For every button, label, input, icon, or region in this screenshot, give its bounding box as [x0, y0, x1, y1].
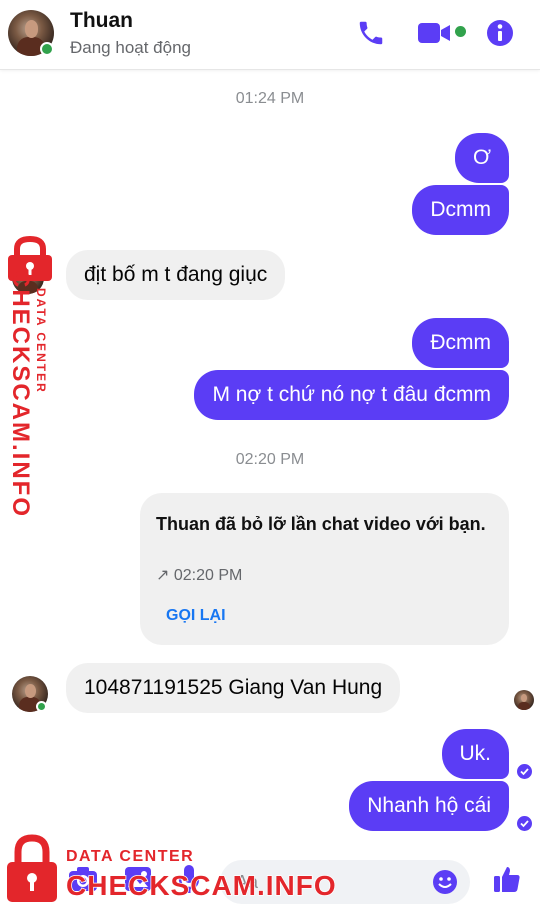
like-icon[interactable] — [492, 864, 522, 899]
missed-video-call-card: Thuan đã bỏ lỡ lần chat video với bạn. ↗… — [140, 493, 509, 645]
video-camera-icon[interactable] — [418, 22, 454, 49]
watermark-vertical: CHECKSCAM.INFO DATA CENTER — [2, 270, 48, 518]
outgoing-message[interactable]: Đcmm — [412, 318, 509, 368]
phone-icon[interactable] — [356, 18, 386, 53]
incoming-message[interactable]: 104871191525 Giang Van Hung — [66, 663, 401, 713]
watermark-subtitle: DATA CENTER — [34, 288, 48, 394]
online-status-dot — [40, 42, 54, 56]
timestamp: 01:24 PM — [235, 90, 305, 107]
timestamp: 02:20 PM — [235, 451, 305, 468]
delivered-check-icon — [517, 764, 532, 779]
call-back-button[interactable]: GỌI LẠI — [166, 607, 226, 625]
emoji-icon[interactable] — [432, 869, 458, 900]
chat-header: Thuan Đang hoạt động — [0, 0, 540, 70]
video-active-dot — [455, 26, 466, 37]
watermark-lock-icon — [4, 834, 60, 908]
outgoing-message[interactable]: M nợ t chứ nó nợ t đâu đcmm — [194, 370, 509, 420]
online-status-dot — [36, 701, 47, 712]
outgoing-message[interactable]: Dcmm — [412, 185, 509, 235]
missed-call-time: ↗ 02:20 PM — [156, 567, 243, 584]
delivered-check-icon — [517, 816, 532, 831]
watermark-brand: CHECKSCAM.INFO — [65, 869, 337, 902]
outgoing-message[interactable]: Uk. — [441, 729, 509, 779]
outgoing-message[interactable]: Nhanh hộ cái — [349, 781, 509, 831]
contact-status: Đang hoạt động — [70, 38, 191, 57]
watermark-brand: CHECKSCAM.INFO — [7, 270, 34, 518]
contact-name[interactable]: Thuan — [70, 9, 133, 33]
missed-call-text: Thuan đã bỏ lỡ lần chat video với bạn. — [156, 514, 486, 534]
seen-avatar — [514, 690, 534, 710]
info-icon[interactable] — [486, 19, 514, 52]
outgoing-message[interactable]: Ơ — [454, 133, 509, 183]
watermark-subtitle: DATA CENTER — [66, 848, 195, 865]
incoming-message[interactable]: địt bố m t đang giục — [66, 250, 286, 300]
